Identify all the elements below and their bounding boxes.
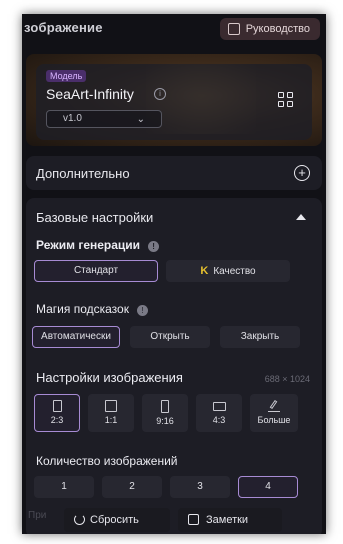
count-3-button[interactable]: 3 <box>170 476 230 498</box>
model-info-box: Модель SeaArt-Infinity i v1.0 ⌄ <box>36 64 312 140</box>
base-settings-title: Базовые настройки <box>36 210 154 225</box>
reset-icon <box>74 514 85 525</box>
notes-label: Заметки <box>206 514 249 526</box>
guide-button-label: Руководство <box>245 23 310 35</box>
portrait-shape-icon <box>52 400 62 412</box>
ratio-2-3-button[interactable]: 2:3 <box>34 394 80 432</box>
advanced-toggle[interactable]: Дополнительно + <box>26 156 322 190</box>
magic-close-button[interactable]: Закрыть <box>220 326 300 348</box>
model-card[interactable]: Модель SeaArt-Infinity i v1.0 ⌄ <box>26 54 322 146</box>
quality-icon: K <box>200 265 209 277</box>
magic-auto-button[interactable]: Автоматически <box>32 326 120 348</box>
magic-close-label: Закрыть <box>240 331 280 342</box>
count-1-label: 1 <box>61 481 67 492</box>
ratio-2-3-label: 2:3 <box>50 415 64 425</box>
panel-title: зображение <box>24 20 103 35</box>
count-2-label: 2 <box>129 481 135 492</box>
help-icon[interactable]: ! <box>148 241 160 252</box>
ratio-9-16-button[interactable]: 9:16 <box>142 394 188 432</box>
advanced-label: Дополнительно <box>36 166 130 181</box>
magic-auto-label: Автоматически <box>41 331 111 342</box>
landscape-shape-icon <box>212 402 226 411</box>
prompt-magic-label: Магия подсказок! <box>36 302 148 316</box>
ratio-1-1-button[interactable]: 1:1 <box>88 394 134 432</box>
reset-label: Сбросить <box>90 514 139 526</box>
bottom-action-bar: Сбросить Заметки <box>60 508 312 534</box>
plus-icon: + <box>294 165 310 181</box>
generation-panel: зображение Руководство Модель SeaArt-Inf… <box>22 14 326 534</box>
edit-icon <box>188 514 199 525</box>
image-settings-label: Настройки изображения <box>36 370 183 385</box>
ratio-more-label: Больше <box>257 415 291 425</box>
pencil-icon <box>268 399 280 412</box>
model-badge: Модель <box>46 70 87 82</box>
bottom-hint-text: При <box>28 510 47 521</box>
model-version-value: v1.0 <box>63 113 82 124</box>
base-settings-panel: Базовые настройки Режим генерации! Станд… <box>26 198 322 534</box>
help-icon[interactable]: ! <box>136 305 148 316</box>
mode-standard-button[interactable]: Стандарт <box>34 260 158 282</box>
notes-button[interactable]: Заметки <box>178 508 282 532</box>
mode-quality-label: Качество <box>213 266 256 277</box>
panel-header: зображение Руководство <box>22 14 326 46</box>
count-3-label: 3 <box>197 481 203 492</box>
book-icon <box>227 23 240 35</box>
image-dimensions: 688 × 1024 <box>264 374 310 384</box>
prompt-magic-text: Магия подсказок <box>36 302 129 316</box>
ratio-9-16-label: 9:16 <box>156 416 174 426</box>
ratio-4-3-label: 4:3 <box>212 415 226 425</box>
ratio-1-1-label: 1:1 <box>104 415 118 425</box>
count-4-label: 4 <box>265 481 271 492</box>
tall-shape-icon <box>161 400 169 413</box>
image-count-label: Количество изображений <box>36 454 178 468</box>
magic-open-button[interactable]: Открыть <box>130 326 210 348</box>
collapse-caret-icon[interactable] <box>296 214 306 220</box>
reset-button[interactable]: Сбросить <box>64 508 170 532</box>
switch-model-icon[interactable] <box>278 92 294 108</box>
info-icon[interactable]: i <box>154 88 166 100</box>
chevron-down-icon: ⌄ <box>136 114 145 125</box>
square-shape-icon <box>105 400 117 412</box>
ratio-more-button[interactable]: Больше <box>250 394 298 432</box>
ratio-4-3-button[interactable]: 4:3 <box>196 394 242 432</box>
model-name: SeaArt-Infinity <box>46 86 134 102</box>
mode-standard-label: Стандарт <box>73 265 119 276</box>
guide-button[interactable]: Руководство <box>219 18 320 40</box>
count-2-button[interactable]: 2 <box>102 476 162 498</box>
generation-mode-label: Режим генерации! <box>36 238 160 252</box>
mode-quality-button[interactable]: K Качество <box>166 260 290 282</box>
count-1-button[interactable]: 1 <box>34 476 94 498</box>
count-4-button[interactable]: 4 <box>238 476 298 498</box>
model-version-select[interactable]: v1.0 ⌄ <box>46 110 162 128</box>
generation-mode-text: Режим генерации <box>36 238 141 252</box>
magic-open-label: Открыть <box>150 331 190 342</box>
